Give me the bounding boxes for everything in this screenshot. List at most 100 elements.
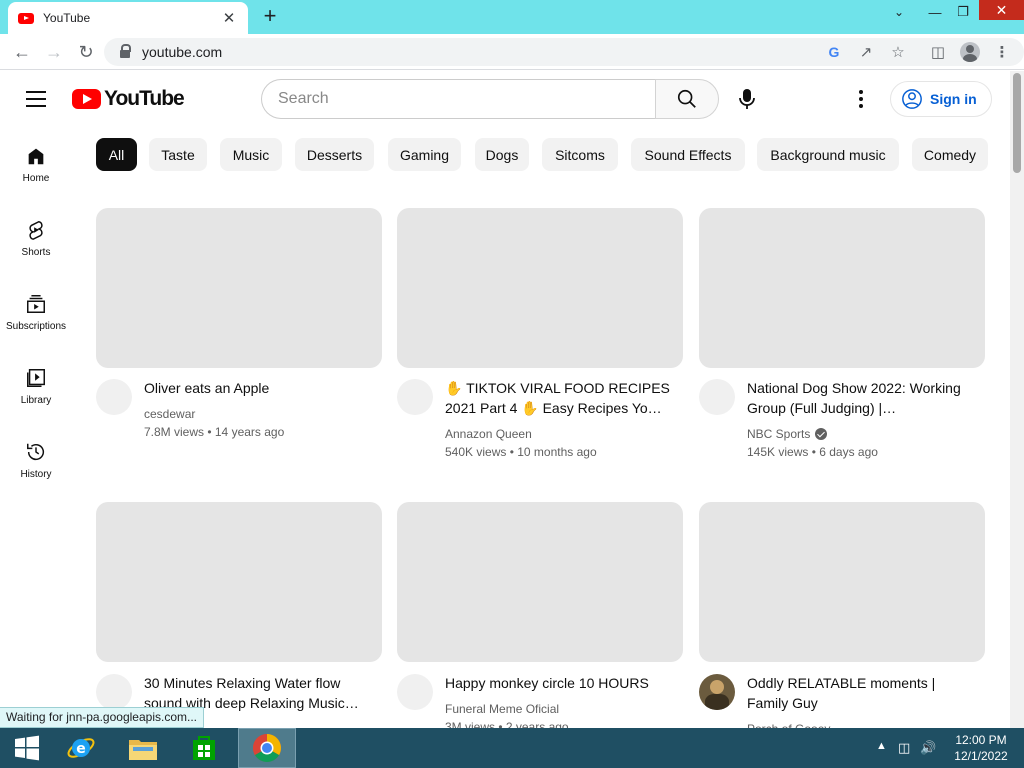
settings-menu-icon[interactable] xyxy=(851,87,871,111)
chip-comedy[interactable]: Comedy xyxy=(912,138,988,171)
filter-chip-bar: All Taste Music Desserts Gaming Dogs Sit… xyxy=(96,138,996,171)
new-tab-button[interactable]: + xyxy=(258,5,282,27)
video-title[interactable]: National Dog Show 2022: Working Group (F… xyxy=(747,378,977,418)
video-title[interactable]: ✋ TIKTOK VIRAL FOOD RECIPES 2021 Part 4 … xyxy=(445,378,675,418)
youtube-header: YouTube Sign in xyxy=(0,71,1010,127)
channel-name[interactable]: NBC Sports xyxy=(747,427,828,441)
bookmark-star-icon[interactable]: ☆ xyxy=(888,42,908,62)
close-tab-icon[interactable]: ✕ xyxy=(220,9,238,27)
voice-search-button[interactable] xyxy=(727,79,767,119)
browser-menu-icon[interactable]: ⋮ xyxy=(992,42,1012,62)
youtube-logo[interactable]: YouTube xyxy=(72,87,185,111)
address-bar[interactable]: youtube.com G ↗ ☆ ◫ ⋮ xyxy=(104,38,1024,66)
chip-desserts[interactable]: Desserts xyxy=(295,138,374,171)
logo-text: YouTube xyxy=(104,87,185,110)
chip-sitcoms[interactable]: Sitcoms xyxy=(542,138,618,171)
video-thumbnail[interactable] xyxy=(397,208,683,368)
channel-name-text[interactable]: cesdewar xyxy=(144,407,195,421)
channel-avatar[interactable] xyxy=(397,674,433,710)
sidebar-item-shorts[interactable]: Shorts xyxy=(0,201,72,275)
video-thumbnail[interactable] xyxy=(96,502,382,662)
close-window-button[interactable]: ✕ xyxy=(979,0,1024,20)
channel-avatar[interactable] xyxy=(397,379,433,415)
sign-in-label: Sign in xyxy=(930,91,977,107)
profile-avatar-icon[interactable] xyxy=(960,42,980,62)
back-arrow-icon[interactable]: ← xyxy=(10,40,34,64)
sign-in-button[interactable]: Sign in xyxy=(890,81,992,117)
subscriptions-icon xyxy=(27,295,45,313)
share-icon[interactable]: ↗ xyxy=(856,42,876,62)
tab-title: YouTube xyxy=(43,11,91,25)
start-button[interactable] xyxy=(0,728,54,768)
google-lens-icon[interactable]: G xyxy=(824,42,844,62)
video-thumbnail[interactable] xyxy=(699,208,985,368)
video-title[interactable]: Happy monkey circle 10 HOURS xyxy=(445,673,675,693)
channel-name[interactable]: cesdewar xyxy=(144,407,195,421)
search-button[interactable] xyxy=(655,79,719,119)
chip-dogs[interactable]: Dogs xyxy=(475,138,529,171)
reload-icon[interactable]: ↻ xyxy=(74,40,98,64)
side-panel-icon[interactable]: ◫ xyxy=(928,42,948,62)
guide-menu-icon[interactable] xyxy=(26,91,46,107)
video-title[interactable]: Oliver eats an Apple xyxy=(144,378,374,398)
volume-icon[interactable]: 🔊 xyxy=(920,740,936,756)
restore-window-button[interactable]: ❐ xyxy=(952,0,974,24)
sidebar-label: Shorts xyxy=(21,247,51,258)
chip-all[interactable]: All xyxy=(96,138,137,171)
microphone-icon xyxy=(739,89,755,109)
channel-avatar[interactable] xyxy=(96,379,132,415)
library-icon xyxy=(27,369,45,387)
search-box xyxy=(261,79,657,119)
url-text[interactable]: youtube.com xyxy=(142,44,222,60)
clock-date: 12/1/2022 xyxy=(954,749,1008,763)
store-icon xyxy=(193,736,215,760)
video-thumbnail[interactable] xyxy=(699,502,985,662)
windows-taskbar: e ▲ ◫ 🔊 12:00 PM 12/1/2022 xyxy=(0,728,1024,768)
channel-name-text[interactable]: NBC Sports xyxy=(747,427,810,441)
chip-sound-effects[interactable]: Sound Effects xyxy=(631,138,745,171)
channel-name[interactable]: Annazon Queen xyxy=(445,427,532,441)
file-explorer-button[interactable] xyxy=(116,728,170,768)
sidebar-item-library[interactable]: Library xyxy=(0,349,72,423)
channel-avatar[interactable] xyxy=(96,674,132,710)
show-hidden-icons-arrow[interactable]: ▲ xyxy=(876,740,887,752)
taskbar-clock[interactable]: 12:00 PM 12/1/2022 xyxy=(948,732,1014,764)
video-title[interactable]: Oddly RELATABLE moments | Family Guy xyxy=(747,673,977,713)
page-scrollbar[interactable] xyxy=(1010,71,1024,728)
channel-name-text[interactable]: Funeral Meme Oficial xyxy=(445,702,559,716)
forward-arrow-icon[interactable]: → xyxy=(42,40,66,64)
search-input[interactable] xyxy=(262,80,657,118)
windows-logo-icon xyxy=(15,735,39,761)
account-circle-icon xyxy=(902,89,922,109)
sidebar-label: Home xyxy=(22,173,50,184)
channel-avatar[interactable] xyxy=(699,379,735,415)
chrome-taskbar-button[interactable] xyxy=(238,728,296,768)
channel-name[interactable]: Funeral Meme Oficial xyxy=(445,702,559,716)
channel-name-text[interactable]: Annazon Queen xyxy=(445,427,532,441)
youtube-favicon-icon xyxy=(18,12,34,24)
home-icon xyxy=(28,148,44,165)
chip-background-music[interactable]: Background music xyxy=(757,138,899,171)
sidebar-item-history[interactable]: History xyxy=(0,423,72,497)
lock-icon[interactable] xyxy=(120,44,131,58)
internet-explorer-button[interactable]: e xyxy=(54,728,108,768)
minimize-window-button[interactable]: — xyxy=(924,0,946,24)
chip-music[interactable]: Music xyxy=(220,138,282,171)
chip-gaming[interactable]: Gaming xyxy=(388,138,461,171)
video-thumbnail[interactable] xyxy=(397,502,683,662)
channel-avatar[interactable] xyxy=(699,674,735,710)
store-button[interactable] xyxy=(177,728,231,768)
browser-tab-youtube[interactable]: YouTube ✕ xyxy=(8,2,248,34)
sidebar-item-home[interactable]: Home xyxy=(0,127,72,201)
video-metadata: 540K views • 10 months ago xyxy=(445,445,597,459)
youtube-play-icon xyxy=(72,89,101,109)
sidebar-item-subscriptions[interactable]: Subscriptions xyxy=(0,275,72,349)
video-thumbnail[interactable] xyxy=(96,208,382,368)
video-metadata: 145K views • 6 days ago xyxy=(747,445,878,459)
history-icon xyxy=(27,443,44,461)
network-icon[interactable]: ◫ xyxy=(898,740,910,756)
sidebar-label: History xyxy=(20,469,52,480)
chip-taste[interactable]: Taste xyxy=(149,138,207,171)
scrollbar-thumb[interactable] xyxy=(1013,73,1021,173)
tab-search-chevron-icon[interactable]: ⌄ xyxy=(888,0,910,24)
